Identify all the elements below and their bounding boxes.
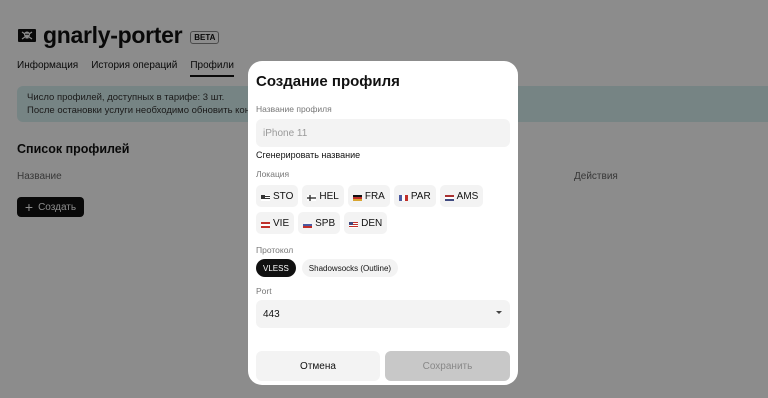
location-code: FRA — [364, 190, 385, 202]
location-par[interactable]: PAR — [393, 185, 436, 207]
flag-fi-icon — [307, 193, 317, 201]
location-spb[interactable]: SPB — [298, 212, 341, 234]
flag-de-icon — [352, 193, 362, 201]
location-vie[interactable]: VIE — [256, 212, 295, 234]
port-label: Port — [256, 286, 272, 296]
location-ams[interactable]: AMS — [439, 185, 484, 207]
modal-title: Создание профиля — [256, 73, 400, 90]
location-code: AMS — [456, 190, 479, 202]
protocol-group: VLESS Shadowsocks (Outline) — [256, 259, 399, 277]
location-code: STO — [273, 190, 294, 202]
generate-name-link[interactable]: Сгенерировать название — [256, 150, 360, 160]
profile-name-label: Название профиля — [256, 104, 332, 114]
save-button[interactable]: Сохранить — [385, 351, 510, 381]
cancel-button[interactable]: Отмена — [256, 351, 380, 381]
protocol-shadowsocks[interactable]: Shadowsocks (Outline) — [301, 259, 399, 277]
location-code: PAR — [410, 190, 431, 202]
flag-se-icon — [261, 193, 270, 201]
flag-fr-icon — [398, 193, 408, 201]
flag-at-icon — [261, 220, 270, 228]
location-code: VIE — [273, 217, 290, 229]
location-list: STO HEL FRA PAR AMS VIE SPB DEN — [256, 185, 510, 234]
location-label: Локация — [256, 169, 290, 179]
protocol-label: Протокол — [256, 245, 294, 255]
location-code: DEN — [361, 217, 383, 229]
location-code: SPB — [315, 217, 336, 229]
location-fra[interactable]: FRA — [347, 185, 390, 207]
flag-nl-icon — [444, 193, 454, 201]
location-den[interactable]: DEN — [344, 212, 388, 234]
location-hel[interactable]: HEL — [302, 185, 344, 207]
port-select[interactable]: 443 — [256, 300, 510, 328]
create-profile-modal: Создание профиля Название профиля iPhone… — [248, 61, 518, 385]
flag-us-icon — [349, 220, 359, 228]
flag-ru-icon — [302, 220, 313, 228]
location-sto[interactable]: STO — [256, 185, 299, 207]
profile-name-input[interactable]: iPhone 11 — [256, 119, 510, 147]
protocol-vless[interactable]: VLESS — [256, 259, 296, 277]
chevron-down-icon — [496, 311, 502, 314]
location-code: HEL — [319, 190, 339, 202]
port-value: 443 — [263, 308, 280, 320]
